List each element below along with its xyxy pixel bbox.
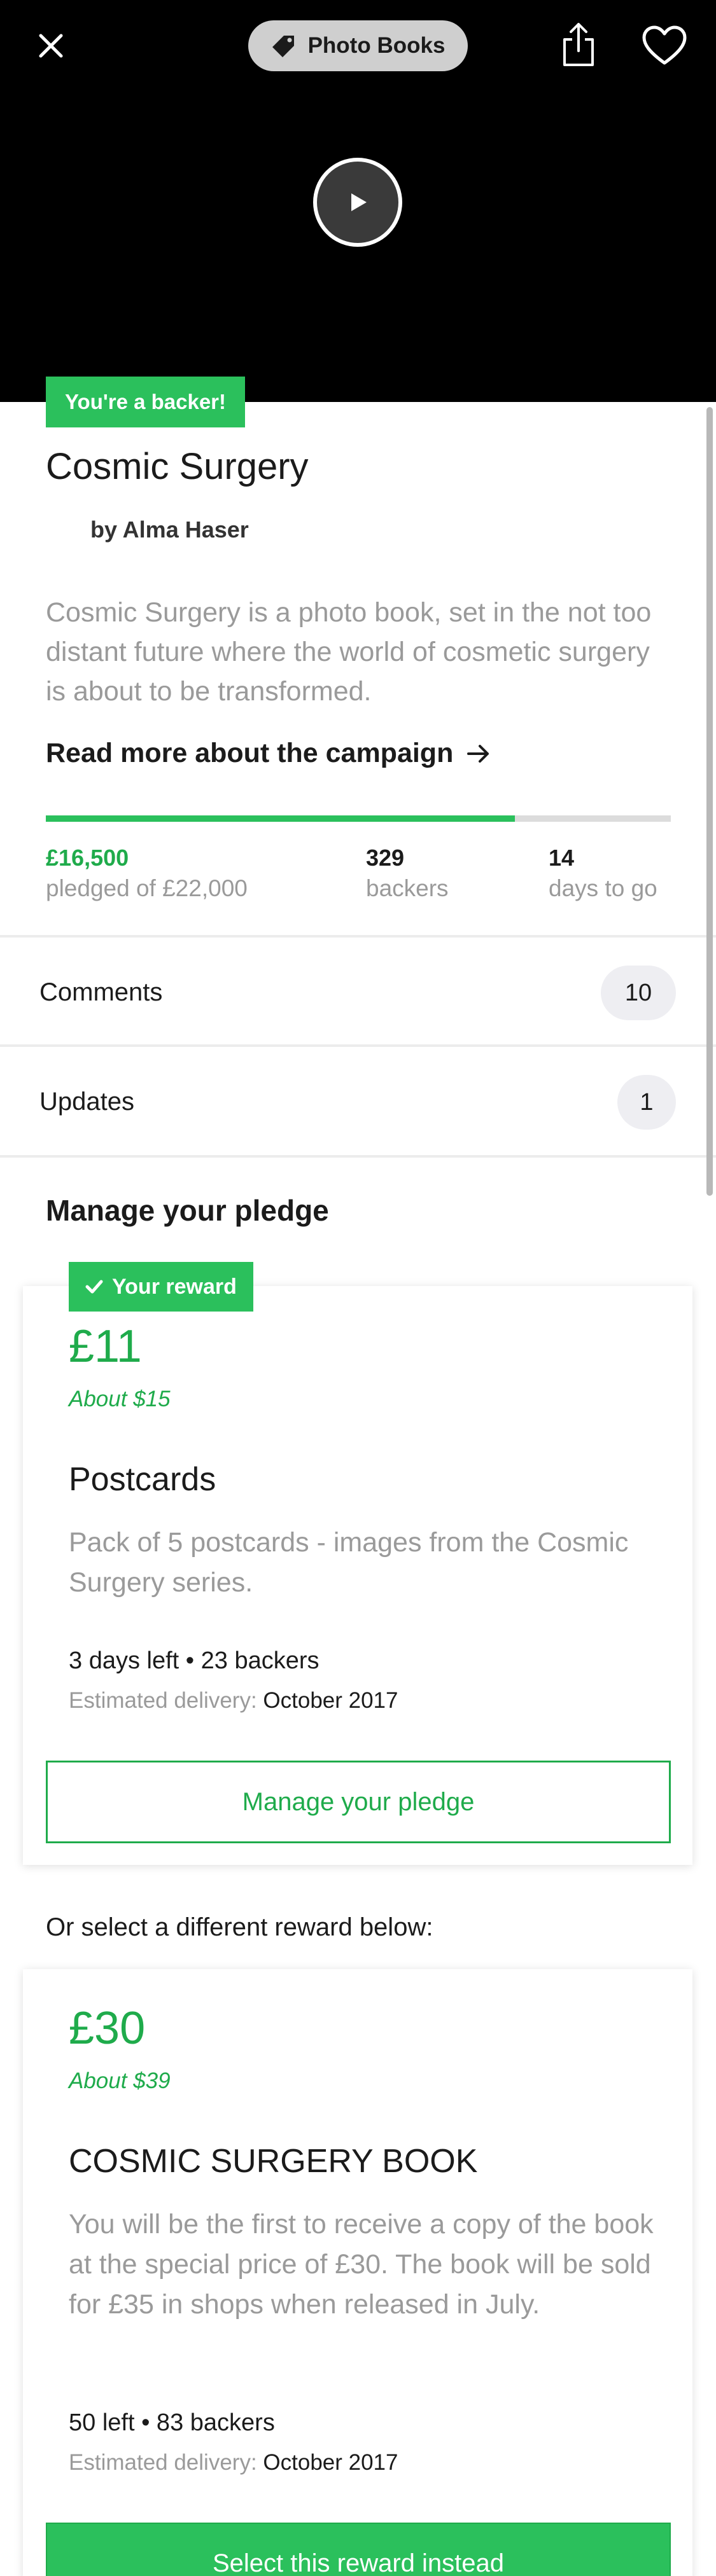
delivery-value: October 2017 [263,2450,398,2475]
days-label: days to go [549,875,657,901]
pledged-amount: £16,500 [46,845,129,871]
reward-amount: £11 [69,1321,142,1372]
project-blurb: Cosmic Surgery is a photo book, set in t… [46,597,652,707]
comments-count-badge: 10 [601,966,676,1020]
tag-icon [272,36,294,57]
share-button[interactable] [558,19,600,70]
favorite-button[interactable] [639,23,690,67]
read-more-link[interactable]: Read more about the campaign [46,738,490,769]
reward-description: You will be the first to receive a copy … [69,2209,654,2320]
reward-meta: 3 days left • 23 backers [69,1647,319,1674]
select-reward-button[interactable]: Select this reward instead [46,2523,671,2576]
close-button[interactable] [32,27,70,65]
reward-converted-amount: About $15 [69,1387,171,1411]
delivery-value: October 2017 [263,1688,398,1713]
your-reward-badge: Your reward [69,1262,253,1312]
share-icon [563,23,594,66]
backers-count: 329 [366,845,405,871]
reward-title: Postcards [69,1461,216,1498]
days-count: 14 [549,845,575,871]
project-title: Cosmic Surgery [46,446,309,487]
delivery-label: Estimated delivery: [69,2450,257,2475]
heart-icon [642,25,687,65]
funding-progress-bar [46,815,671,822]
manage-pledge-button[interactable]: Manage your pledge [46,1761,671,1843]
checkmark-icon [85,1280,103,1294]
reward-meta: 50 left • 83 backers [69,2409,275,2436]
updates-label: Updates [39,1088,134,1116]
divider [0,1044,716,1047]
funding-progress-fill [46,815,515,822]
manage-pledge-title: Manage your pledge [46,1194,329,1227]
your-reward-label: Your reward [112,1274,237,1299]
comments-label: Comments [39,978,163,1006]
video-player[interactable]: Photo Books [0,0,716,402]
updates-count-badge: 1 [617,1075,676,1130]
reward-delivery: Estimated delivery: October 2017 [69,1688,398,1714]
reward-delivery: Estimated delivery: October 2017 [69,2450,398,2476]
creator-byline[interactable]: by Alma Haser [90,516,249,543]
scrollbar[interactable] [706,407,713,1196]
reward-amount: £30 [69,2003,146,2054]
play-button[interactable] [313,158,402,247]
arrow-right-icon [467,744,489,763]
play-icon [351,193,367,211]
pledged-goal-label: pledged of £22,000 [46,875,248,901]
select-different-reward-prompt: Or select a different reward below: [46,1913,433,1941]
read-more-label: Read more about the campaign [46,738,454,768]
divider [0,1155,716,1158]
reward-title: COSMIC SURGERY BOOK [69,2143,478,2180]
reward-converted-amount: About $39 [69,2068,171,2093]
divider [0,935,716,938]
delivery-label: Estimated delivery: [69,1688,257,1713]
category-label: Photo Books [307,33,446,58]
close-icon [39,34,63,58]
backers-label: backers [366,875,449,901]
backer-badge: You're a backer! [46,377,246,427]
reward-description: Pack of 5 postcards - images from the Co… [69,1527,629,1598]
category-pill[interactable]: Photo Books [248,20,468,71]
